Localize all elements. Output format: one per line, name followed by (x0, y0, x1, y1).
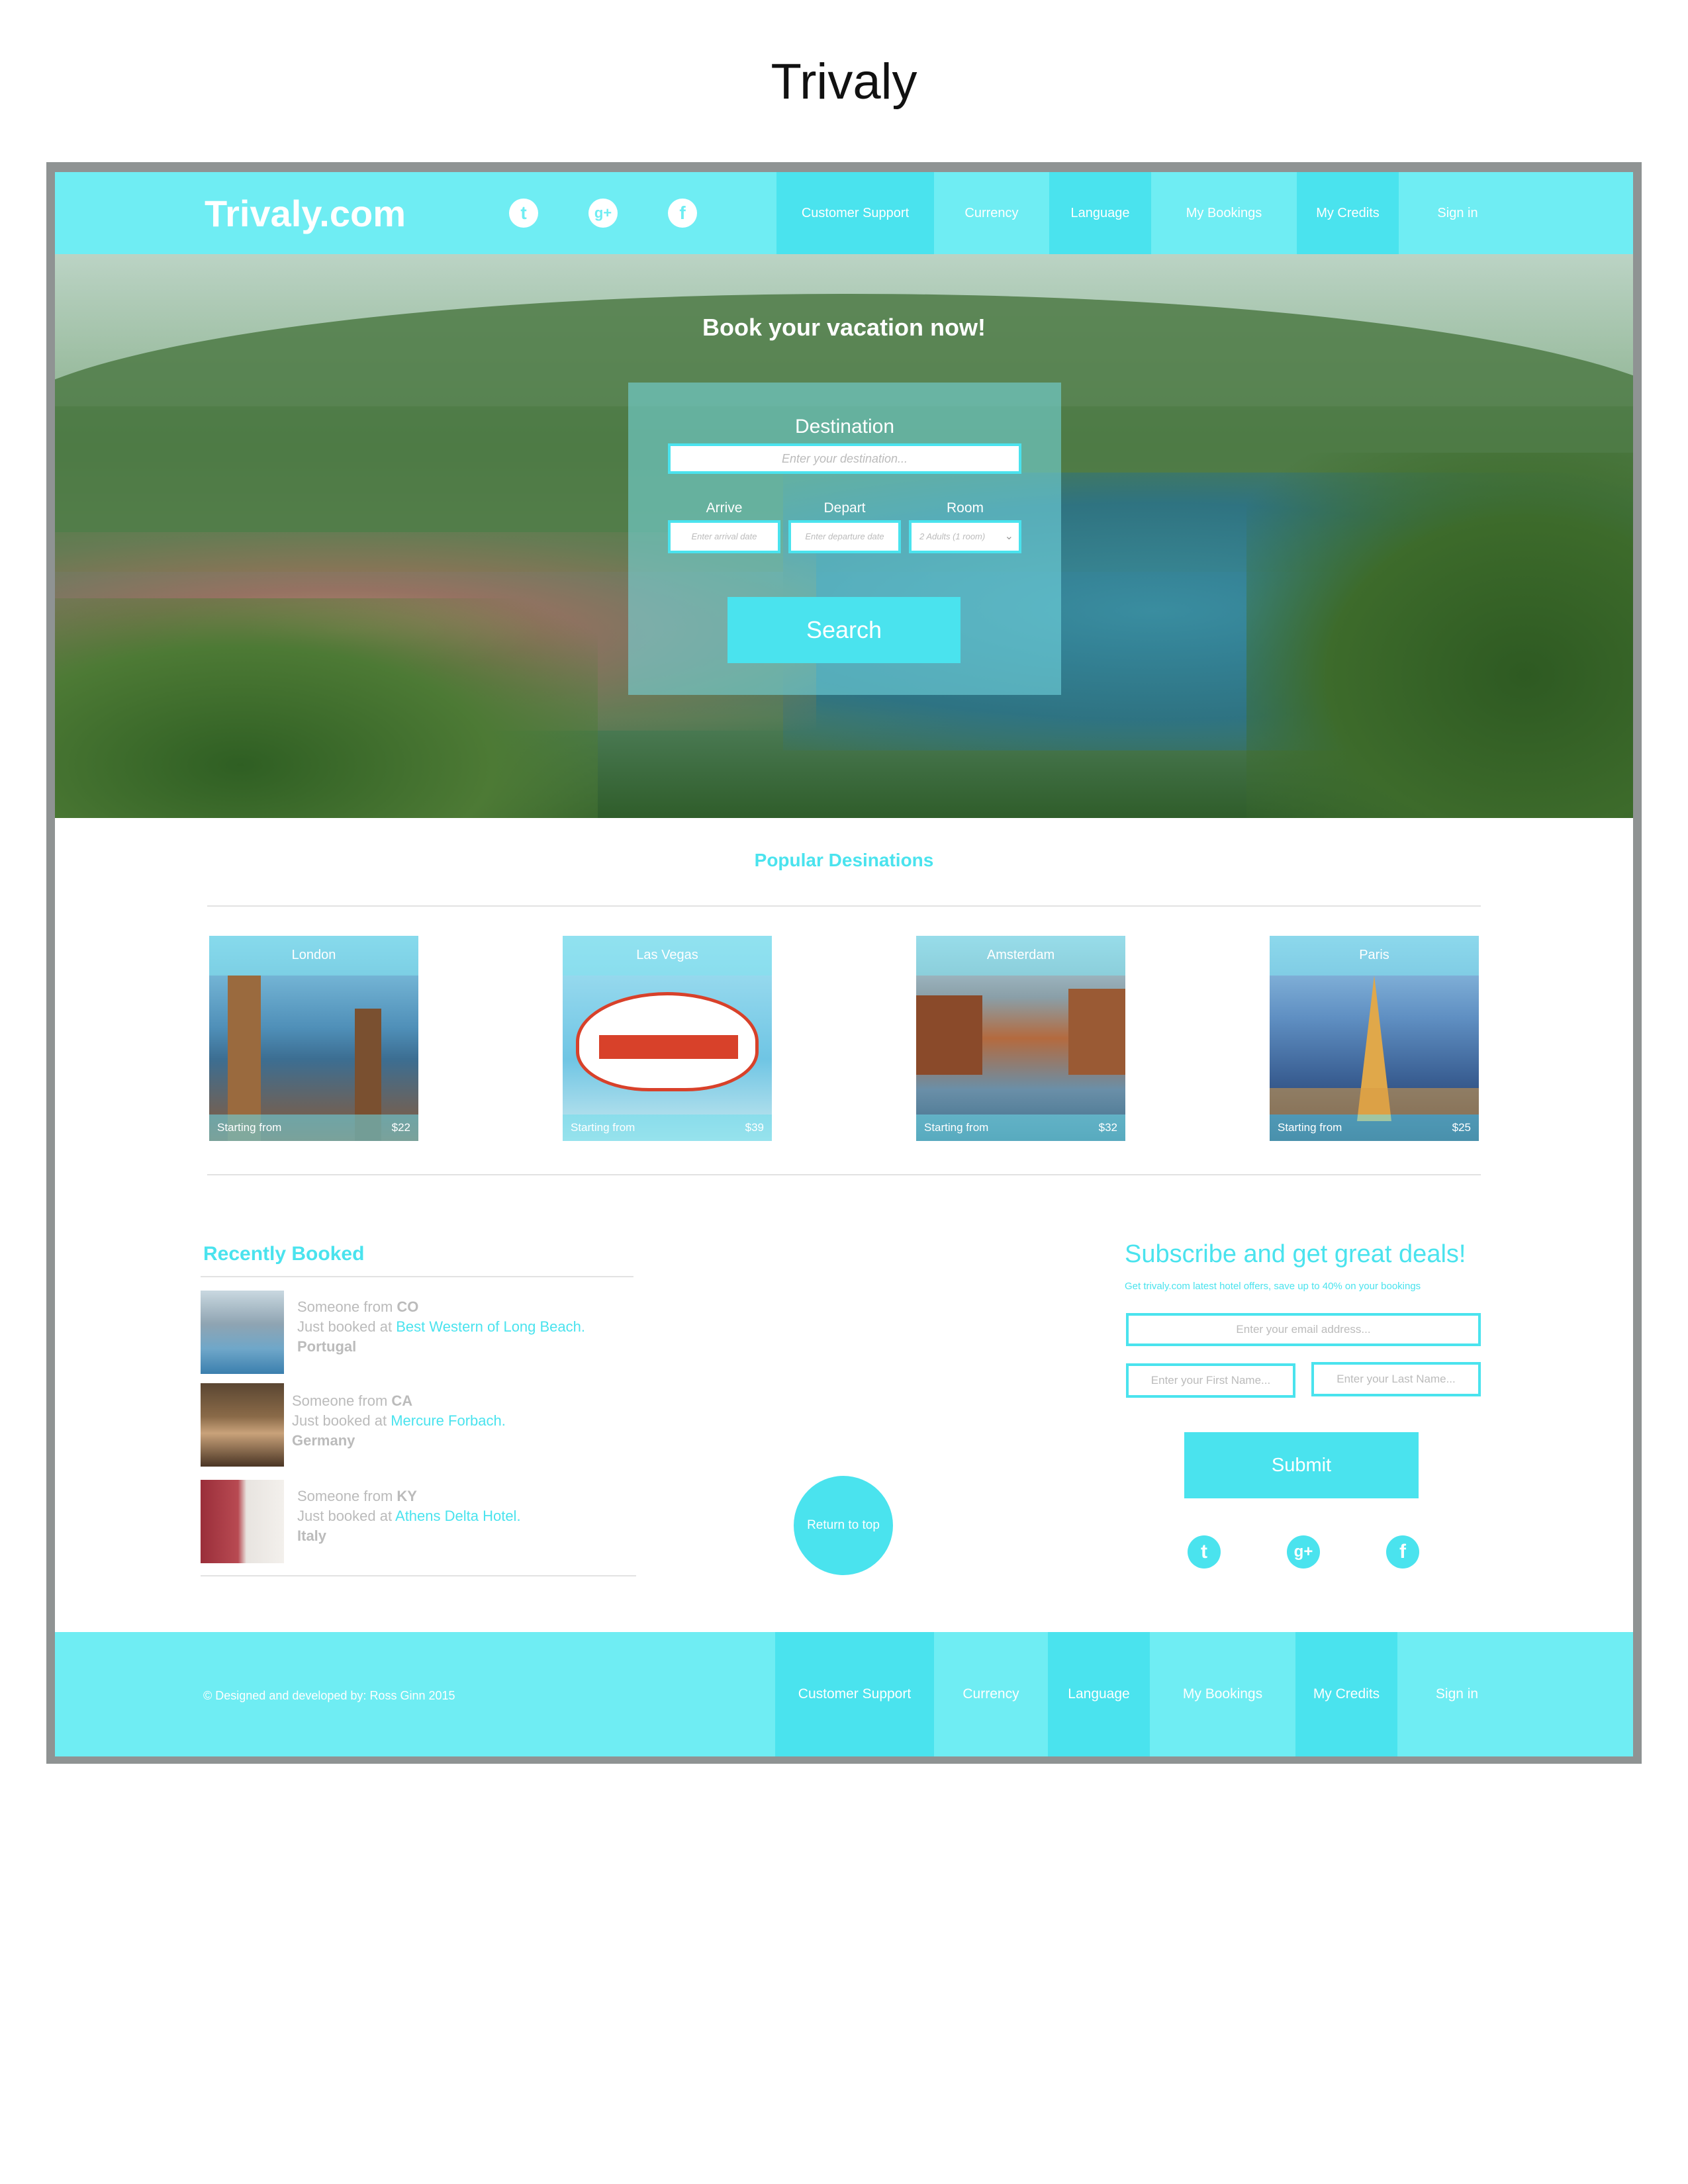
booked-label: Just booked at (297, 1508, 393, 1524)
sign-red-band (599, 1035, 738, 1059)
divider (207, 905, 1481, 907)
canal-house-left (916, 995, 982, 1075)
submit-button[interactable]: Submit (1184, 1432, 1419, 1498)
popular-destinations-title: Popular Desinations (754, 850, 934, 870)
destination-card-paris[interactable]: Paris Starting from $25 (1270, 936, 1479, 1141)
state-code: KY (397, 1488, 417, 1504)
recently-booked-title: Recently Booked (203, 1243, 365, 1265)
country: Germany (292, 1432, 355, 1449)
hotel-link[interactable]: Best Western of Long Beach. (396, 1318, 585, 1335)
room-select-value: 2 Adults (1 room) (919, 531, 986, 541)
country: Italy (297, 1527, 327, 1544)
card-footer: Starting from $39 (563, 1115, 772, 1141)
card-starting-from: Starting from (1278, 1121, 1342, 1134)
city-lights (1270, 1088, 1479, 1115)
facebook-icon[interactable]: f (668, 199, 697, 228)
nav-sign-in[interactable]: Sign in (1399, 172, 1517, 254)
hotel-thumbnail[interactable] (201, 1383, 284, 1467)
card-footer: Starting from $22 (209, 1115, 418, 1141)
state-code: CA (391, 1392, 413, 1409)
hotel-thumbnail[interactable] (201, 1480, 284, 1563)
booked-label: Just booked at (292, 1412, 387, 1429)
nav-currency[interactable]: Currency (934, 172, 1049, 254)
room-label: Room (946, 500, 984, 516)
footer-nav-language[interactable]: Language (1048, 1632, 1150, 1756)
return-to-top-button[interactable]: Return to top (794, 1476, 893, 1575)
recent-booking-text: Someone from KY Just booked at Athens De… (297, 1486, 521, 1546)
card-starting-from: Starting from (217, 1121, 282, 1134)
website-page: Trivaly.com t g+ f Customer Support Curr… (55, 172, 1633, 1756)
destination-card-las-vegas[interactable]: Las Vegas Starting from $39 (563, 936, 772, 1141)
card-starting-from: Starting from (924, 1121, 989, 1134)
nav-my-credits[interactable]: My Credits (1297, 172, 1399, 254)
card-title: London (291, 948, 336, 962)
hotel-link[interactable]: Athens Delta Hotel. (395, 1508, 521, 1524)
card-footer: Starting from $32 (916, 1115, 1125, 1141)
footer-nav-customer-support[interactable]: Customer Support (775, 1632, 934, 1756)
hotel-link[interactable]: Mercure Forbach. (391, 1412, 506, 1429)
twitter-icon[interactable]: t (1188, 1535, 1221, 1569)
card-title: Las Vegas (636, 948, 698, 962)
depart-label: Depart (823, 500, 866, 516)
nav-my-bookings[interactable]: My Bookings (1151, 172, 1297, 254)
nav-language[interactable]: Language (1049, 172, 1151, 254)
footer: © Designed and developed by: Ross Ginn 2… (55, 1632, 1633, 1756)
nav-customer-support[interactable]: Customer Support (776, 172, 934, 254)
card-price: $32 (1098, 1121, 1117, 1134)
destination-placeholder: Enter your destination... (781, 452, 908, 465)
hero-banner: Book your vacation now! Destination Ente… (55, 254, 1633, 818)
someone-label: Someone from (297, 1488, 393, 1504)
top-navbar: Trivaly.com t g+ f Customer Support Curr… (55, 172, 1633, 254)
arrive-date-input[interactable]: Enter arrival date (668, 520, 780, 553)
subscribe-subtitle: Get trivaly.com latest hotel offers, sav… (1125, 1281, 1421, 1292)
chevron-down-icon: ⌄ (1004, 531, 1013, 542)
someone-label: Someone from (297, 1298, 393, 1315)
recent-booking-text: Someone from CO Just booked at Best West… (297, 1297, 585, 1357)
divider (201, 1276, 633, 1277)
hero-title: Book your vacation now! (702, 314, 986, 341)
search-button[interactable]: Search (727, 597, 961, 663)
twitter-icon[interactable]: t (509, 199, 538, 228)
facebook-icon[interactable]: f (1386, 1535, 1419, 1569)
footer-nav-sign-in[interactable]: Sign in (1397, 1632, 1517, 1756)
hero-trees-right (1246, 453, 1633, 818)
footer-nav-my-bookings[interactable]: My Bookings (1150, 1632, 1295, 1756)
hotel-thumbnail[interactable] (201, 1291, 284, 1374)
site-logo[interactable]: Trivaly.com (205, 192, 406, 235)
booked-label: Just booked at (297, 1318, 393, 1335)
canal-house-right (1068, 989, 1125, 1075)
card-starting-from: Starting from (571, 1121, 635, 1134)
card-footer: Starting from $25 (1270, 1115, 1479, 1141)
footer-nav-currency[interactable]: Currency (934, 1632, 1048, 1756)
divider (201, 1575, 636, 1576)
card-title: Paris (1359, 948, 1389, 962)
google-plus-icon[interactable]: g+ (1287, 1535, 1320, 1569)
someone-label: Someone from (292, 1392, 388, 1409)
card-price: $25 (1452, 1121, 1471, 1134)
hero-trees-left (55, 598, 598, 818)
destination-label: Destination (794, 416, 895, 437)
destination-input[interactable]: Enter your destination... (668, 443, 1021, 474)
first-name-input[interactable]: Enter your First Name... (1126, 1363, 1295, 1398)
card-title: Amsterdam (986, 948, 1055, 962)
room-select[interactable]: 2 Adults (1 room) ⌄ (909, 520, 1021, 553)
country: Portugal (297, 1338, 357, 1355)
subscribe-title: Subscribe and get great deals! (1125, 1240, 1466, 1268)
last-name-input[interactable]: Enter your Last Name... (1311, 1362, 1481, 1396)
arrive-label: Arrive (706, 500, 743, 516)
recent-booking-text: Someone from CA Just booked at Mercure F… (292, 1391, 506, 1451)
divider (207, 1174, 1481, 1175)
card-price: $39 (745, 1121, 764, 1134)
destination-card-london[interactable]: London Starting from $22 (209, 936, 418, 1141)
depart-date-input[interactable]: Enter departure date (788, 520, 901, 553)
booking-form: Destination Enter your destination... Ar… (628, 383, 1061, 695)
document-title: Trivaly (771, 54, 917, 110)
copyright-text: © Designed and developed by: Ross Ginn 2… (203, 1689, 455, 1702)
destination-card-amsterdam[interactable]: Amsterdam Starting from $32 (916, 936, 1125, 1141)
email-input[interactable]: Enter your email address... (1126, 1313, 1481, 1346)
card-price: $22 (391, 1121, 410, 1134)
state-code: CO (397, 1298, 419, 1315)
footer-nav-my-credits[interactable]: My Credits (1295, 1632, 1397, 1756)
google-plus-icon[interactable]: g+ (588, 199, 618, 228)
